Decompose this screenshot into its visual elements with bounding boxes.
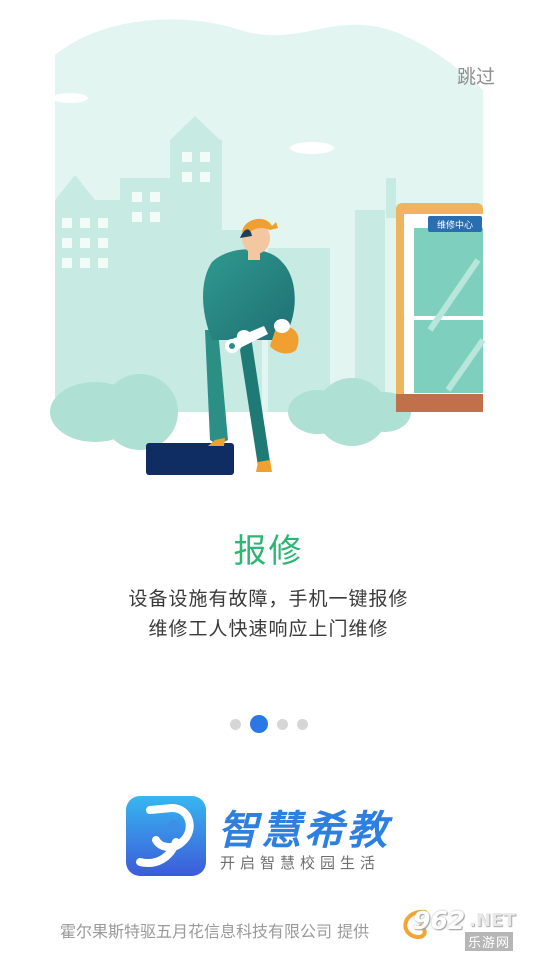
brand-name: 智慧希教 bbox=[218, 808, 390, 854]
page-dot-4[interactable] bbox=[296, 718, 308, 730]
watermark-number: 962 bbox=[413, 906, 466, 935]
toolbox bbox=[146, 443, 234, 475]
page-dot-1[interactable] bbox=[229, 718, 241, 730]
onboarding-screen: 维修中心 跳过 报修 设备设施有故障，手机一键报修 维修工人快速响应上门维修 智… bbox=[0, 0, 537, 956]
watermark-suffix: .NET bbox=[469, 910, 516, 931]
repair-center-building bbox=[396, 203, 486, 412]
page-dot-2-active[interactable] bbox=[249, 715, 268, 733]
repair-center-sign-text: 维修中心 bbox=[437, 219, 473, 231]
brand-block: 智慧希教 开启智慧校园生活 bbox=[126, 796, 426, 878]
skip-button[interactable]: 跳过 bbox=[457, 62, 495, 89]
page-indicator bbox=[0, 714, 537, 734]
app-logo-icon bbox=[126, 796, 206, 876]
brand-slogan: 开启智慧校园生活 bbox=[220, 854, 381, 872]
slide-description-line-1: 设备设施有故障，手机一键报修 bbox=[128, 588, 409, 610]
page-dot-3[interactable] bbox=[276, 718, 288, 730]
slide-description-line-2: 维修工人快速响应上门维修 bbox=[148, 618, 389, 640]
watermark-text: 乐游网 bbox=[465, 932, 514, 951]
site-watermark: 962 .NET 乐游网 bbox=[395, 906, 531, 952]
slide-title: 报修 bbox=[233, 531, 304, 570]
provider-text: 霍尔果斯特驱五月花信息科技有限公司 提供 bbox=[60, 922, 370, 941]
